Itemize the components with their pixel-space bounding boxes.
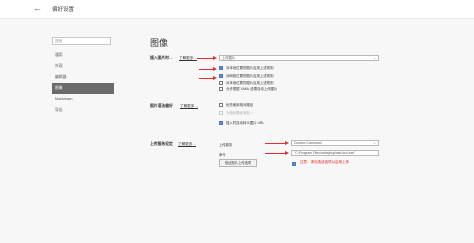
upload-service-select[interactable]: Custom Command ⌄ — [291, 140, 379, 146]
annotation-note: 注意：请勾选该选项以启用上传 — [300, 160, 349, 164]
annotation-arrow — [197, 56, 217, 60]
upload-section-label: 上传服务设定 — [150, 142, 173, 146]
checkbox[interactable] — [219, 86, 223, 91]
title-bar: ← 偏好设置 — [0, 0, 474, 18]
insert-action-value: 上传图片 — [222, 56, 236, 60]
insert-help-link[interactable]: 了解更多… — [179, 56, 197, 61]
sidebar-nav: 通用 外观 编辑器 图像 Markdown 导出 — [52, 50, 114, 116]
annotation-arrow — [265, 151, 289, 155]
syntax-option-dot-slash: 为相对路径添加 ./ — [219, 110, 253, 116]
chevron-down-icon: ⌄ — [373, 141, 376, 145]
verify-upload-button[interactable]: 验证图片上传选项 — [219, 159, 257, 167]
command-input[interactable]: "C:\Program Files\nodejs\upload-tool.exe… — [291, 150, 379, 156]
syntax-section-label: 图片语法偏好 — [150, 104, 173, 108]
sidebar-item-appearance[interactable]: 外观 — [52, 61, 114, 72]
annotation-arrow — [199, 67, 217, 71]
insert-action-select[interactable]: 上传图片 ⌄ — [219, 55, 379, 61]
checkbox[interactable] — [219, 73, 223, 78]
checkbox[interactable] — [219, 120, 223, 125]
syntax-option-relative[interactable]: 优先使用相对路径 — [219, 102, 253, 108]
page-title: 图像 — [150, 38, 169, 48]
sidebar-item-editor[interactable]: 编辑器 — [52, 72, 114, 83]
checkbox — [219, 110, 223, 115]
checkbox[interactable] — [219, 80, 223, 85]
command-label: 命令 — [219, 153, 226, 157]
insert-option-local[interactable]: 对本地位置的图片应用上述规则 — [219, 65, 273, 71]
insert-section-label: 插入图片时… — [150, 56, 173, 60]
upload-service-label: 上传服务 — [219, 143, 233, 147]
syntax-help-link[interactable]: 了解更多… — [180, 104, 198, 109]
chevron-down-icon: ⌄ — [373, 56, 376, 60]
sidebar-item-image[interactable]: 图像 — [52, 83, 114, 94]
window-title: 偏好设置 — [52, 7, 75, 13]
upload-checkbox-row[interactable] — [292, 161, 299, 166]
checkbox[interactable] — [219, 102, 223, 107]
upload-service-value: Custom Command — [294, 141, 322, 145]
sidebar-item-export[interactable]: 导出 — [52, 105, 114, 116]
insert-option-network[interactable]: 对网络位置的图片应用上述规则 — [219, 73, 273, 79]
upload-help-link[interactable]: 了解更多… — [178, 142, 196, 147]
sidebar-item-markdown[interactable]: Markdown — [52, 94, 114, 105]
annotation-arrow — [265, 141, 289, 145]
insert-option-yaml[interactable]: 允许根据 YAML 设置自动上传图片 — [219, 86, 277, 92]
annotation-arrow — [199, 76, 217, 80]
checkbox[interactable] — [292, 161, 296, 166]
checkbox[interactable] — [219, 65, 223, 70]
sidebar-item-general[interactable]: 通用 — [52, 50, 114, 61]
syntax-option-escape-url[interactable]: 插入时自动转义图片 URL — [219, 120, 264, 126]
back-arrow-icon[interactable]: ← — [33, 3, 42, 13]
sidebar-search-input[interactable]: 搜索 — [52, 37, 111, 45]
insert-option-local-2[interactable]: 对本地位置的图片应用上述规则 — [219, 80, 273, 86]
